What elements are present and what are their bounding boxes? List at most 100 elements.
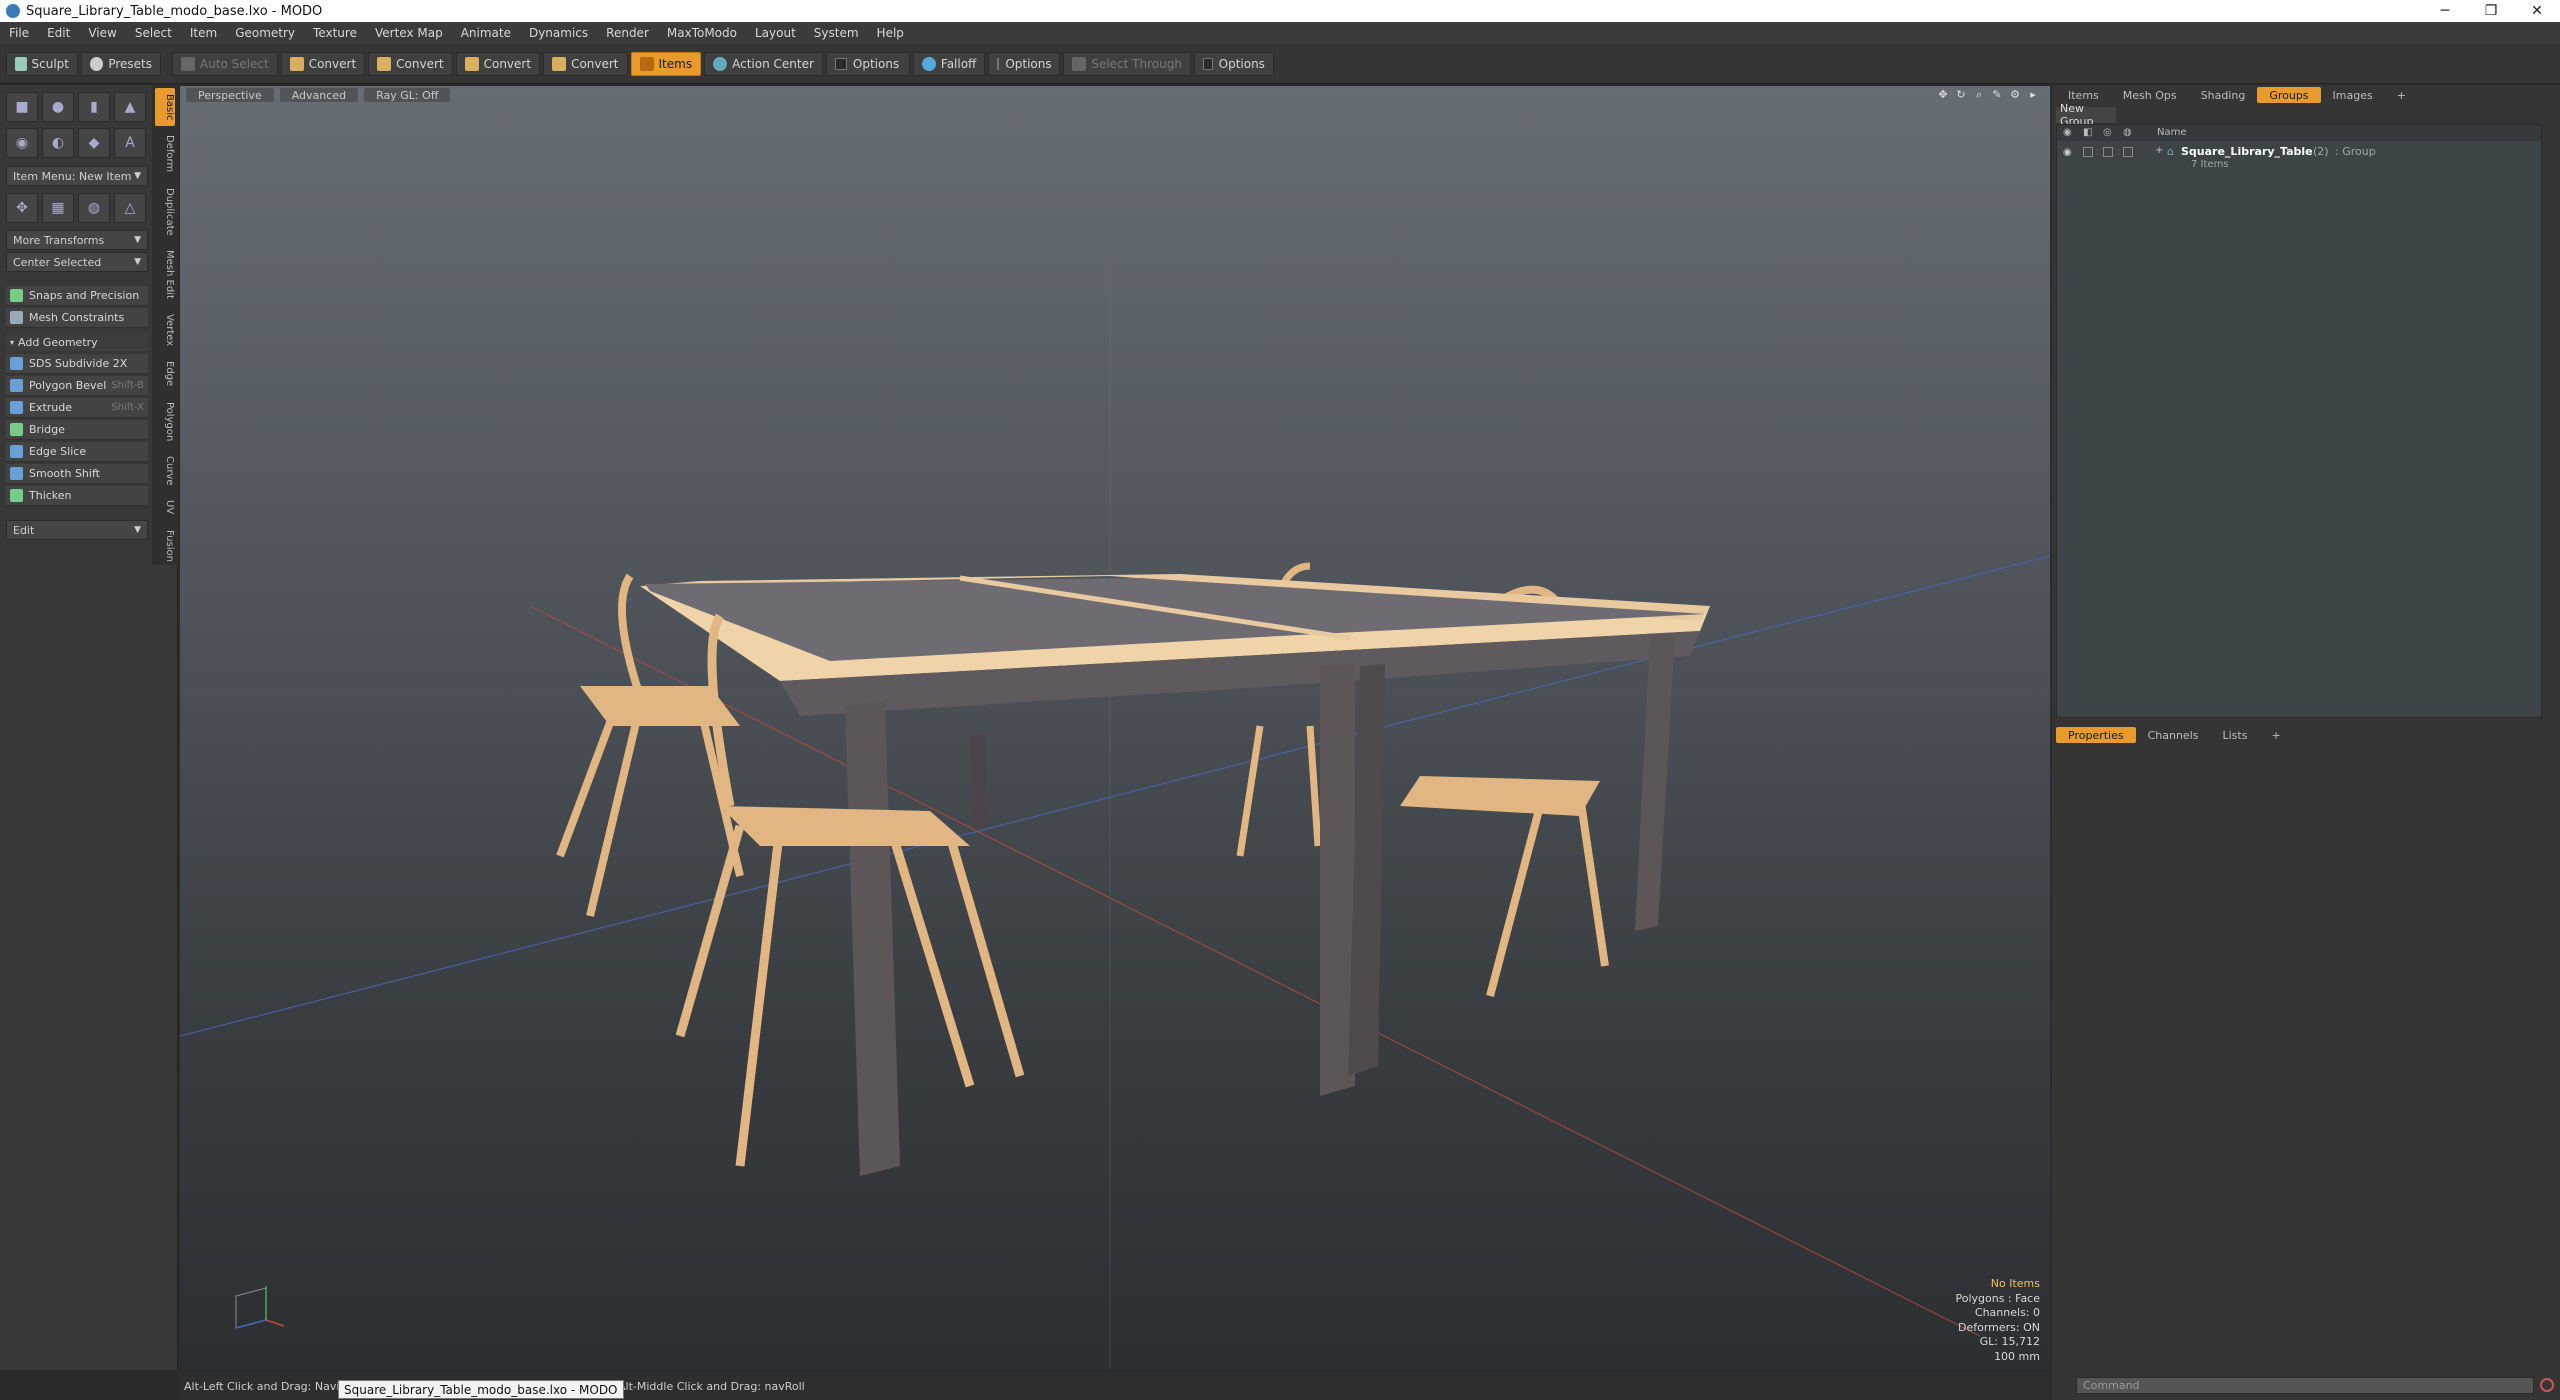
render-checkbox[interactable] xyxy=(2123,147,2133,157)
plane-icon[interactable]: ◆ xyxy=(78,128,110,158)
cone-icon[interactable]: ▲ xyxy=(114,92,146,122)
options-checkbox[interactable] xyxy=(834,57,847,70)
sphere-icon[interactable]: ● xyxy=(42,92,74,122)
tool-thicken[interactable]: Thicken xyxy=(6,486,148,506)
tab-images[interactable]: Images xyxy=(2321,87,2385,103)
chair-right-seat xyxy=(1400,776,1600,816)
group-row[interactable]: ◉ + ⌂ Square_Library_Table (2) : Group 7… xyxy=(2057,145,2541,171)
menu-system[interactable]: System xyxy=(805,26,868,40)
mesh-constraints-button[interactable]: Mesh Constraints xyxy=(6,308,148,328)
menu-layout[interactable]: Layout xyxy=(746,26,805,40)
action-center-button[interactable]: Action Center xyxy=(704,51,823,76)
tab-channels[interactable]: Channels xyxy=(2136,727,2211,743)
tab-vertex[interactable]: Vertex xyxy=(155,308,175,352)
falloff-options[interactable]: Options xyxy=(988,51,1061,76)
close-button[interactable]: ✕ xyxy=(2514,0,2560,22)
convert-edges-button[interactable]: Convert xyxy=(368,51,453,76)
select-icon[interactable]: ◎ xyxy=(2103,127,2112,138)
command-input[interactable]: Command xyxy=(2076,1376,2534,1394)
menu-item[interactable]: Item xyxy=(181,26,226,40)
select-checkbox[interactable] xyxy=(2103,147,2113,157)
add-geometry-header[interactable]: ▾ Add Geometry xyxy=(6,333,148,351)
falloff-button[interactable]: Falloff xyxy=(912,51,986,76)
edit-dropdown[interactable]: Edit ▼ xyxy=(6,520,148,540)
tab-edge[interactable]: Edge xyxy=(155,355,175,392)
subdivide-icon xyxy=(10,357,23,370)
tab-deform[interactable]: Deform xyxy=(155,129,175,178)
lock-checkbox[interactable] xyxy=(2083,147,2093,157)
3d-viewport[interactable]: Perspective Advanced Ray GL: Off ✥ ↻ ⌕ ✎… xyxy=(180,86,2050,1370)
select-through-button[interactable]: Select Through xyxy=(1063,51,1191,76)
menu-maxtomodo[interactable]: MaxToModo xyxy=(658,26,746,40)
command-history-icon[interactable] xyxy=(2540,1378,2554,1392)
grid-icon[interactable]: ▦ xyxy=(42,193,74,223)
menu-edit[interactable]: Edit xyxy=(38,26,79,40)
tab-mesh-ops[interactable]: Mesh Ops xyxy=(2111,87,2189,103)
menu-animate[interactable]: Animate xyxy=(452,26,520,40)
tab-basic[interactable]: Basic xyxy=(155,88,175,127)
convert-materials-button[interactable]: Convert xyxy=(543,51,628,76)
tool-bridge[interactable]: Bridge xyxy=(6,420,148,440)
menu-file[interactable]: File xyxy=(0,26,38,40)
snaps-precision-button[interactable]: Snaps and Precision xyxy=(6,286,148,306)
item-menu-dropdown[interactable]: Item Menu: New Item ▼ xyxy=(6,166,148,186)
menu-geometry[interactable]: Geometry xyxy=(226,26,304,40)
tab-duplicate[interactable]: Duplicate xyxy=(155,182,175,242)
select-through-options[interactable]: Options xyxy=(1193,51,1274,76)
globe-icon[interactable]: ◍ xyxy=(78,193,110,223)
tab-curve[interactable]: Curve xyxy=(155,450,175,492)
menu-select[interactable]: Select xyxy=(126,26,181,40)
sculpt-button[interactable]: Sculpt xyxy=(6,51,78,76)
tool-extrude[interactable]: Extrude Shift-X xyxy=(6,398,148,418)
add-properties-tab-button[interactable]: + xyxy=(2259,727,2292,743)
menu-dynamics[interactable]: Dynamics xyxy=(520,26,597,40)
tab-properties[interactable]: Properties xyxy=(2056,727,2136,743)
tool-polygon-bevel[interactable]: Polygon Bevel Shift-B xyxy=(6,376,148,396)
tab-shading[interactable]: Shading xyxy=(2189,87,2258,103)
action-center-options[interactable]: Options xyxy=(825,51,910,76)
more-transforms-dropdown[interactable]: More Transforms ▼ xyxy=(6,230,148,250)
tab-polygon[interactable]: Polygon xyxy=(155,396,175,447)
tab-mesh-edit[interactable]: Mesh Edit xyxy=(155,244,175,305)
visibility-toggle-icon[interactable]: ◉ xyxy=(2063,147,2072,158)
tab-lists[interactable]: Lists xyxy=(2211,727,2260,743)
menu-view[interactable]: View xyxy=(79,26,125,40)
text-icon[interactable]: A xyxy=(114,128,146,158)
render-icon[interactable]: ◍ xyxy=(2123,127,2132,138)
add-tab-button[interactable]: + xyxy=(2385,87,2418,103)
cylinder-icon[interactable]: ▮ xyxy=(78,92,110,122)
menu-help[interactable]: Help xyxy=(868,26,913,40)
capsule-icon[interactable]: ◐ xyxy=(42,128,74,158)
eye-icon[interactable]: ◉ xyxy=(2063,127,2072,138)
center-selected-dropdown[interactable]: Center Selected ▼ xyxy=(6,252,148,272)
options-checkbox[interactable] xyxy=(1202,57,1213,70)
auto-select-button[interactable]: Auto Select xyxy=(172,51,278,76)
lock-icon[interactable]: ◧ xyxy=(2083,127,2092,138)
options-checkbox[interactable] xyxy=(997,57,1000,70)
convert-vertices-button[interactable]: Convert xyxy=(280,51,366,76)
tool-edge-slice[interactable]: Edge Slice xyxy=(6,442,148,462)
cube-icon[interactable]: ■ xyxy=(6,92,38,122)
tab-fusion[interactable]: Fusion xyxy=(155,524,175,568)
expand-icon[interactable]: + xyxy=(2155,145,2163,156)
column-name[interactable]: Name xyxy=(2157,127,2187,138)
tab-groups[interactable]: Groups xyxy=(2257,87,2321,103)
collapse-icon: ▾ xyxy=(10,337,15,347)
perspective-icon[interactable]: △ xyxy=(114,193,146,223)
menu-texture[interactable]: Texture xyxy=(304,26,366,40)
tool-sds-subdivide[interactable]: SDS Subdivide 2X xyxy=(6,354,148,374)
items-mode-button[interactable]: Items xyxy=(630,51,702,76)
menu-render[interactable]: Render xyxy=(597,26,658,40)
minimize-button[interactable]: ─ xyxy=(2422,0,2468,22)
tab-uv[interactable]: UV xyxy=(155,494,175,520)
transform-icon[interactable]: ✥ xyxy=(6,193,38,223)
tab-items[interactable]: Items xyxy=(2056,87,2111,103)
tool-smooth-shift[interactable]: Smooth Shift xyxy=(6,464,148,484)
torus-icon[interactable]: ◉ xyxy=(6,128,38,158)
deformers-info: Deformers: ON xyxy=(1958,1320,2040,1334)
menu-vertex-map[interactable]: Vertex Map xyxy=(366,26,452,40)
convert-polygons-button[interactable]: Convert xyxy=(455,51,541,76)
restore-button[interactable]: ❐ xyxy=(2468,0,2514,22)
presets-button[interactable]: Presets xyxy=(81,51,161,76)
new-group-button[interactable]: New Group xyxy=(2056,102,2116,128)
